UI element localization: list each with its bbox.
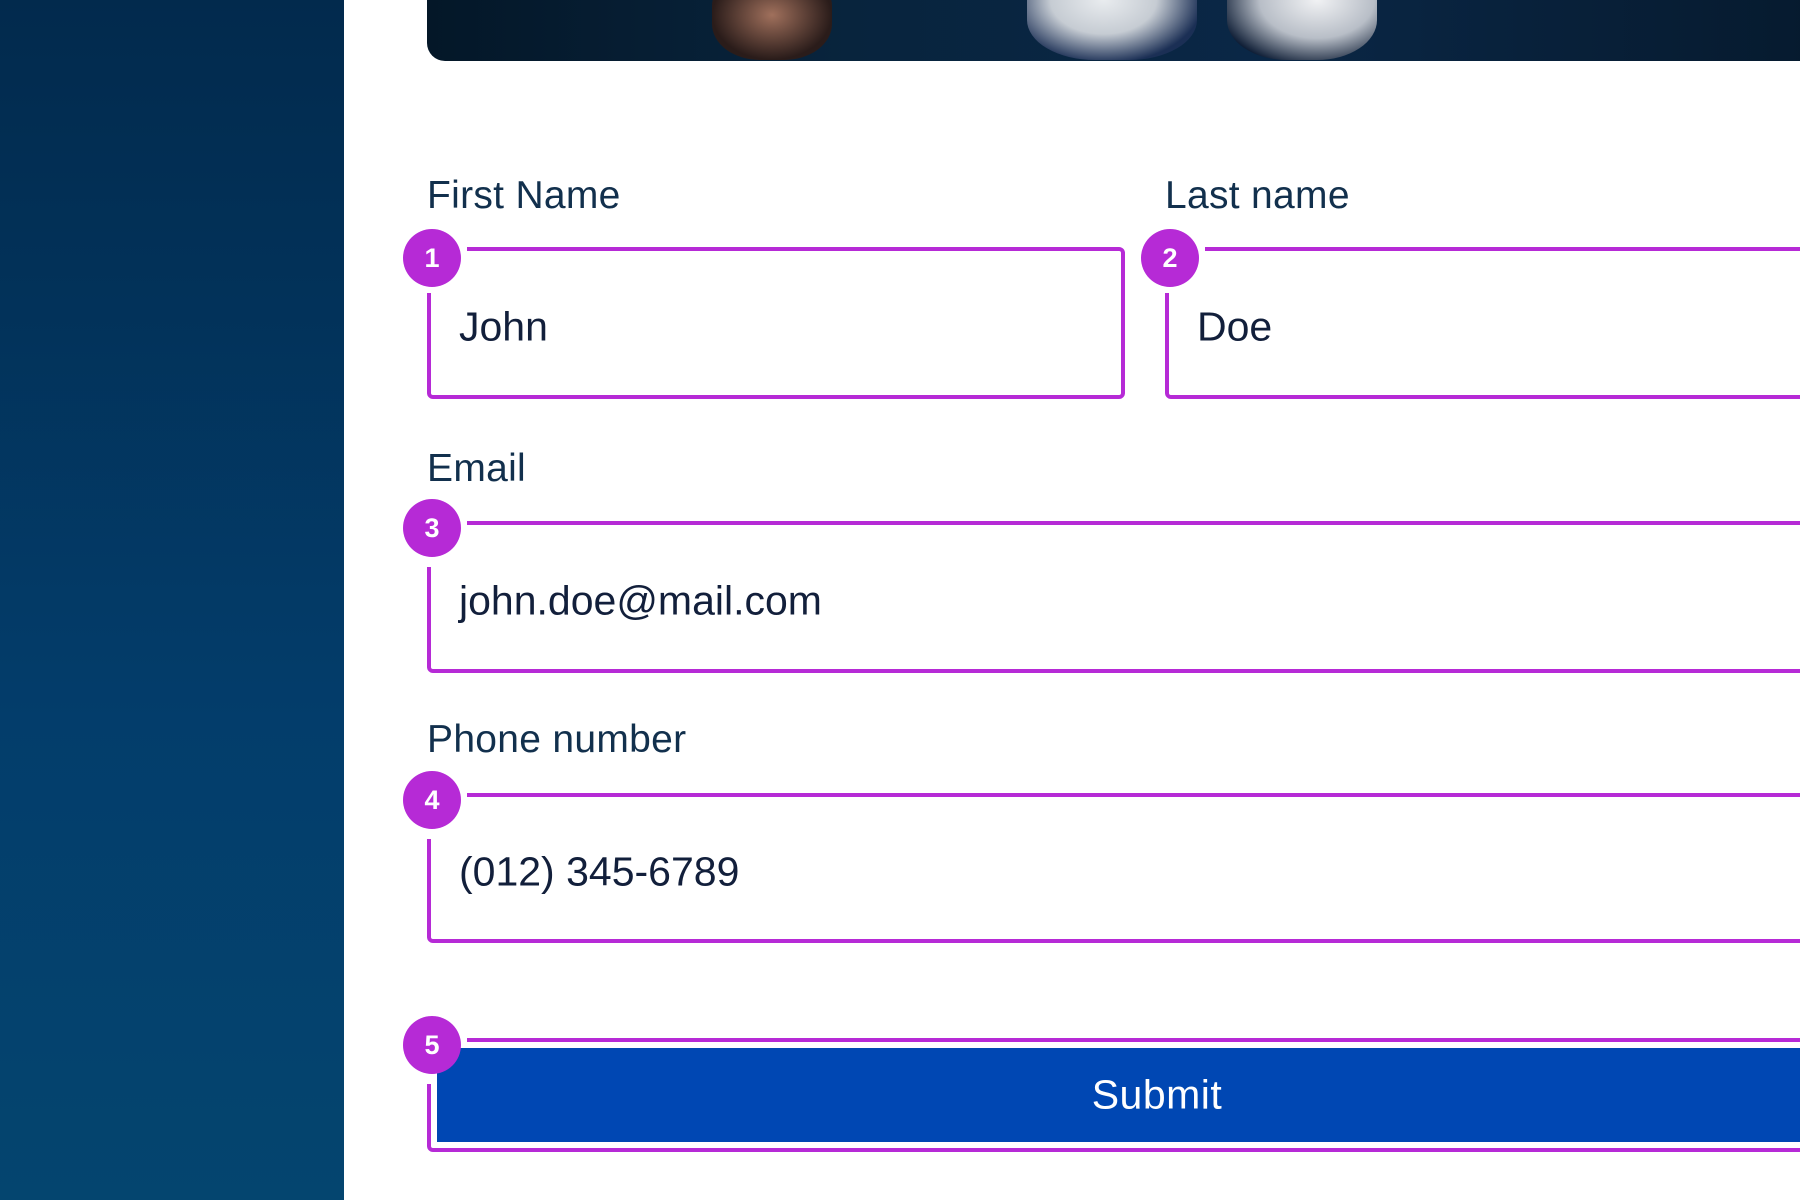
sidebar-panel — [0, 0, 344, 1200]
email-value: john.doe@mail.com — [459, 577, 822, 624]
last-name-value: Doe — [1197, 303, 1273, 350]
submit-highlight: Submit — [423, 1034, 1800, 1152]
page: First Name John 1 Last name Doe 2 Email … — [0, 0, 1800, 1200]
first-name-value: John — [459, 303, 548, 350]
annotation-badge-4: 4 — [403, 771, 461, 829]
submit-button-label: Submit — [1091, 1071, 1223, 1118]
annotation-badge-5: 5 — [403, 1016, 461, 1074]
hero-person-right — [1227, 0, 1377, 60]
annotation-badge-2: 2 — [1141, 229, 1199, 287]
annotation-badge-3: 3 — [403, 499, 461, 557]
last-name-field[interactable]: Doe — [1161, 243, 1800, 399]
annotation-badge-1: 1 — [403, 229, 461, 287]
phone-value: (012) 345-6789 — [459, 848, 740, 895]
email-field[interactable]: john.doe@mail.com — [423, 517, 1800, 673]
submit-button[interactable]: Submit — [437, 1048, 1800, 1142]
first-name-field[interactable]: John — [423, 243, 1125, 399]
hero-person-center — [1027, 0, 1197, 60]
first-name-label: First Name — [427, 174, 621, 217]
phone-field[interactable]: (012) 345-6789 — [423, 789, 1800, 943]
hero-person-left — [712, 0, 832, 60]
phone-label: Phone number — [427, 718, 687, 761]
email-label: Email — [427, 447, 527, 490]
last-name-label: Last name — [1165, 174, 1350, 217]
hero-image — [427, 0, 1800, 61]
